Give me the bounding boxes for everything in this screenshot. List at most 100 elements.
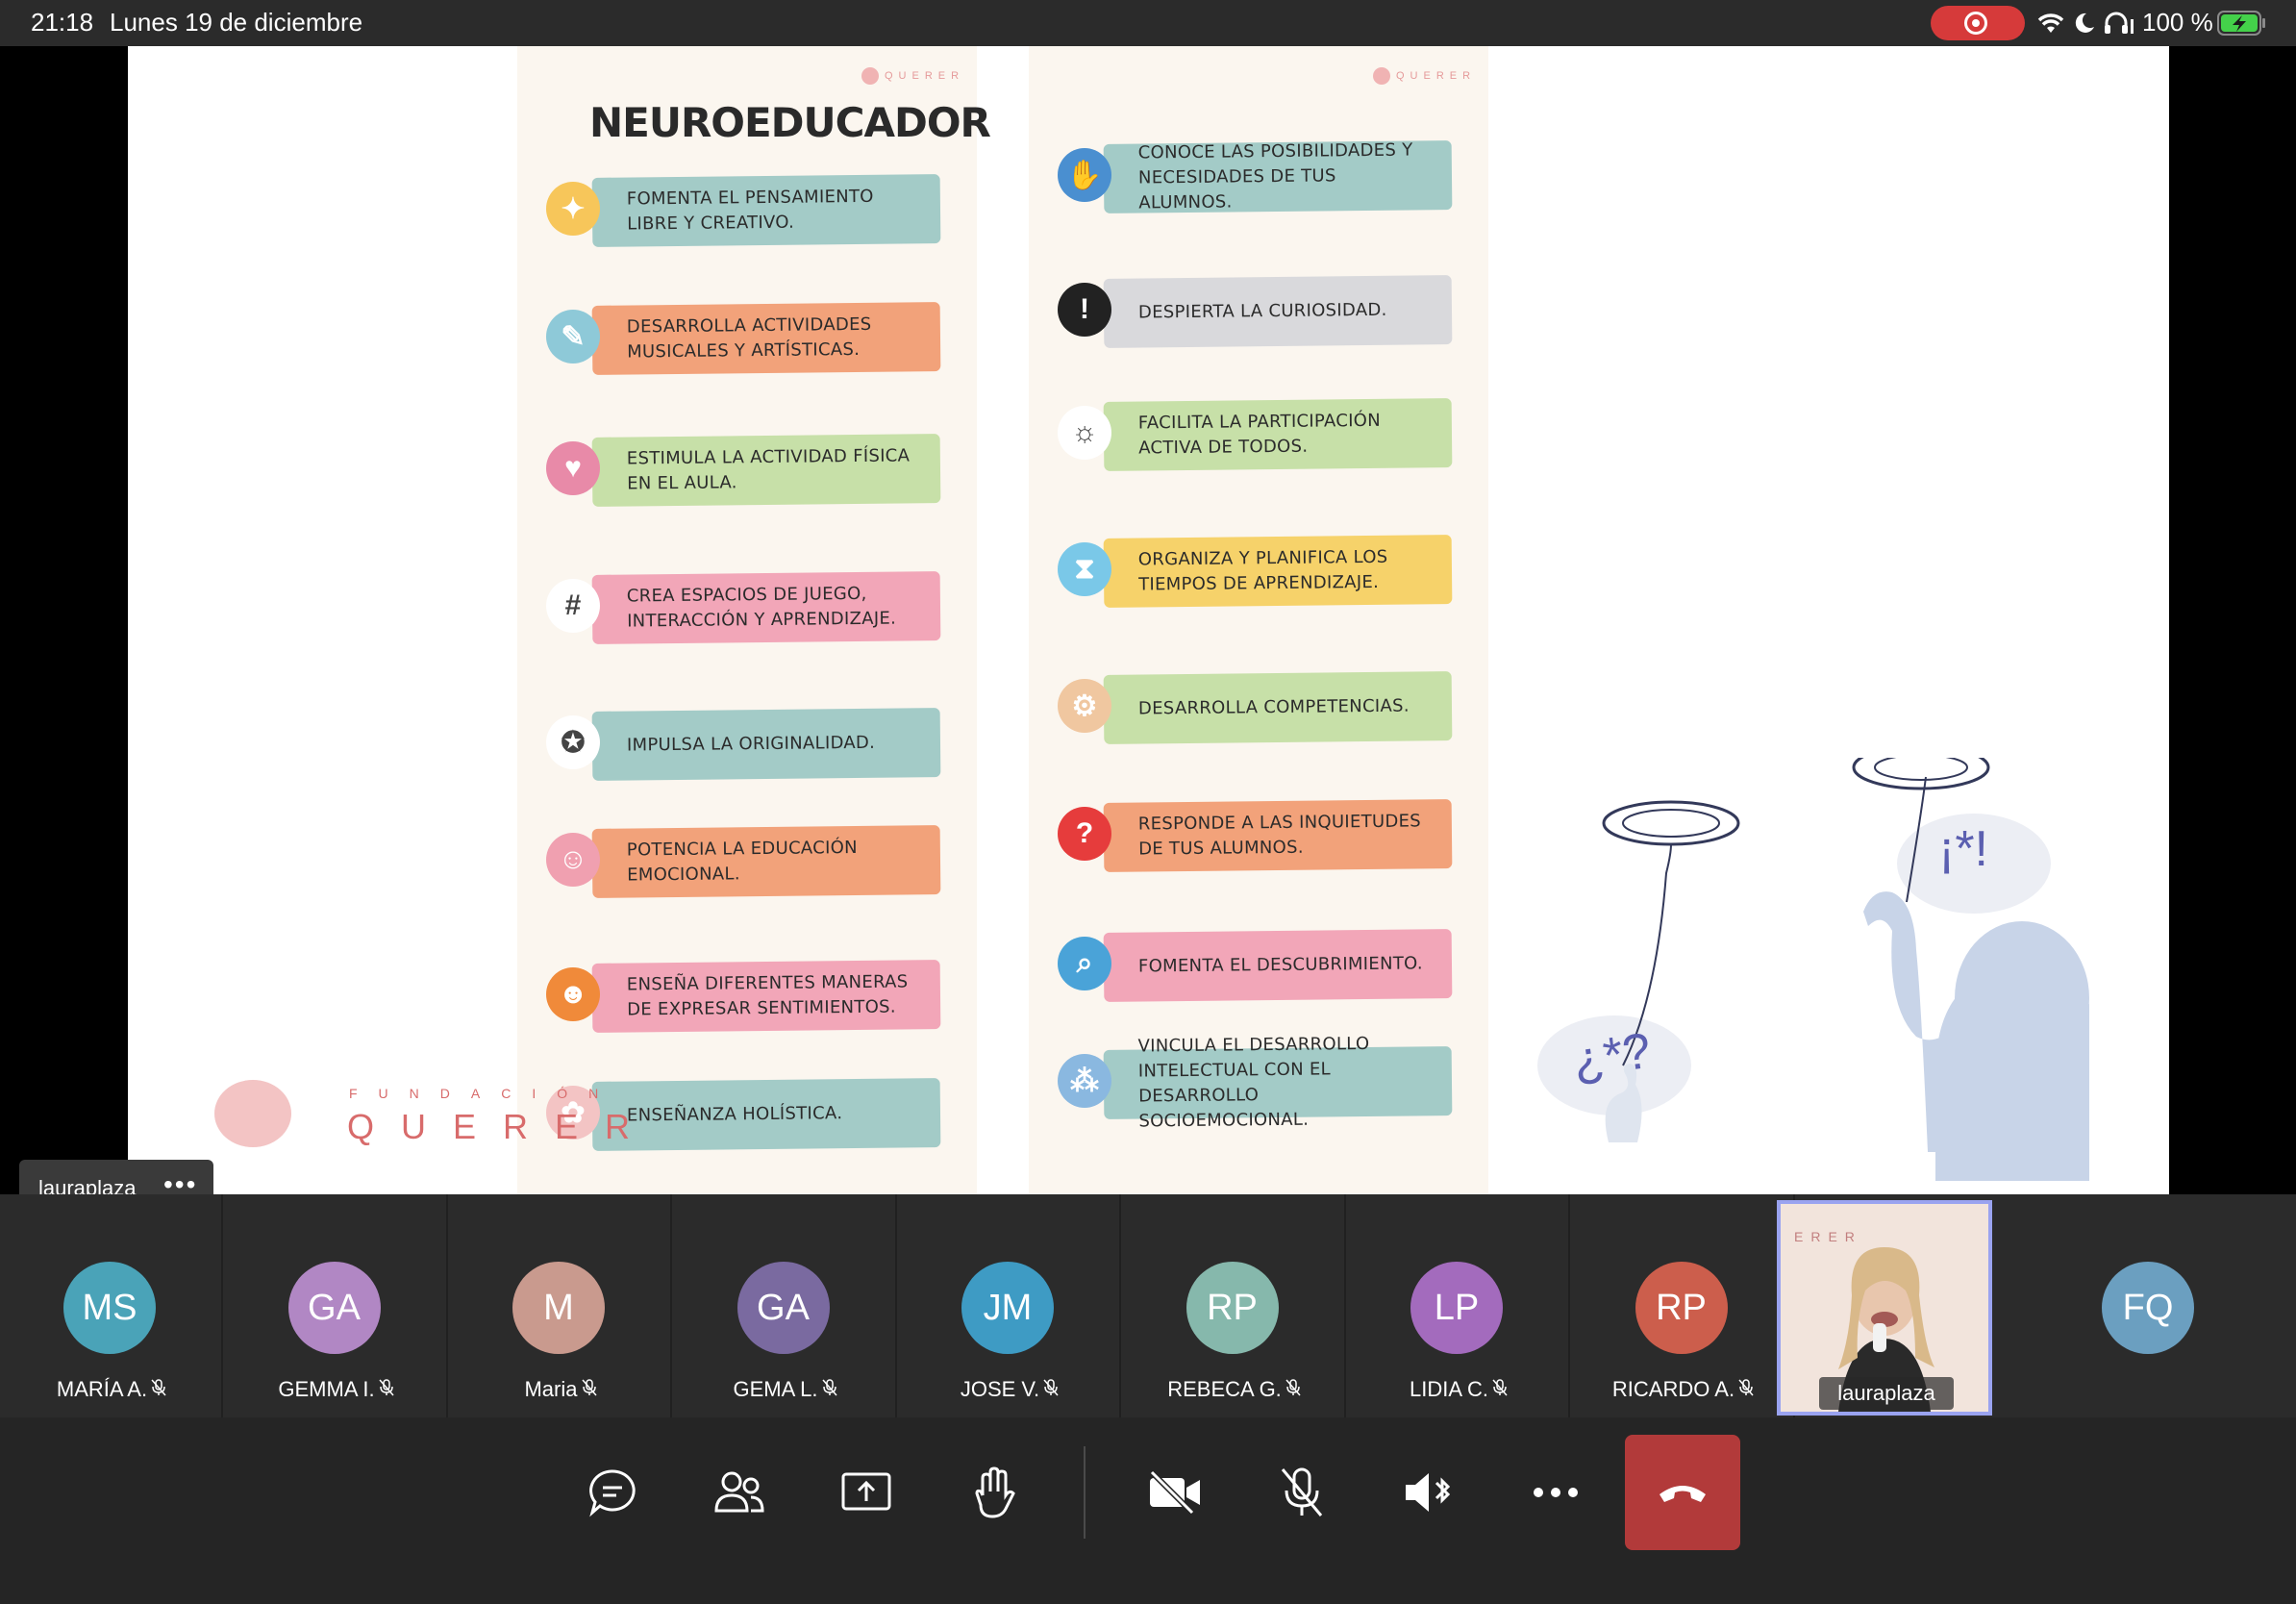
participant-tile[interactable]: LP LIDIA C. — [1347, 1194, 1570, 1417]
participant-avatar: LP — [1410, 1262, 1503, 1354]
bulb-icon: ✦ — [546, 182, 600, 236]
status-date: Lunes 19 de diciembre — [110, 8, 363, 37]
participant-name-text: RICARDO A. — [1611, 1377, 1735, 1401]
magnifier-icon: ⌕ — [1058, 937, 1111, 990]
battery-charging-icon — [2217, 11, 2265, 36]
theater-masks-icon: ☻ — [546, 967, 600, 1021]
slide-item-text: ORGANIZA Y PLANIFICA LOS TIEMPOS DE APRE… — [1137, 546, 1388, 595]
speaker-button[interactable] — [1371, 1435, 1486, 1550]
participant-name-text: Maria — [524, 1377, 578, 1401]
participant-video-tile[interactable]: ERER lauraplaza — [1777, 1200, 1992, 1416]
participant-tile-fq[interactable]: FQ — [2034, 1194, 2258, 1417]
participant-avatar: JM — [961, 1262, 1054, 1354]
participant-avatar: GA — [287, 1262, 381, 1354]
logo-small-text: FUNDACIÓN — [349, 1086, 620, 1101]
slide-item-text: DESARROLLA ACTIVIDADES MUSICALES Y ARTÍS… — [626, 313, 872, 363]
slide-item-text: DESARROLLA COMPETENCIAS. — [1137, 695, 1410, 719]
participant-avatar: M — [512, 1262, 605, 1354]
people-connected-icon: ⁂ — [1058, 1054, 1111, 1108]
slide-item-text: ESTIMULA LA ACTIVIDAD FÍSICA EN EL AULA. — [626, 445, 911, 494]
participant-name: GEMA L. — [674, 1377, 897, 1402]
right-panel: QUERER CONOCE LAS POSIBILIDADES Y NECESI… — [1029, 46, 1488, 1194]
video-participant-name: lauraplaza — [1819, 1377, 1954, 1410]
surprised-face-icon: ! — [1058, 283, 1111, 337]
slide-item-card: DESARROLLA COMPETENCIAS. — [1103, 671, 1453, 744]
slide-item-card: CREA ESPACIOS DE JUEGO, INTERACCIÓN Y AP… — [591, 571, 941, 644]
participant-name: Maria — [449, 1377, 672, 1402]
mic-off-icon — [1281, 1467, 1323, 1516]
brain-logo-icon — [214, 1080, 291, 1147]
slide-item-card: CONOCE LAS POSIBILIDADES Y NECESIDADES D… — [1103, 140, 1453, 213]
participant-avatar: FQ — [2102, 1262, 2194, 1354]
slide-item-text: POTENCIA LA EDUCACIÓN EMOCIONAL. — [626, 838, 858, 886]
slide-item-text: ENSEÑANZA HOLÍSTICA. — [626, 1103, 843, 1126]
more-options-button[interactable] — [1498, 1435, 1613, 1550]
participant-tile[interactable]: JM JOSE V. — [898, 1194, 1121, 1417]
slide-item-card: IMPULSA LA ORIGINALIDAD. — [591, 708, 941, 781]
controls-separator — [1084, 1446, 1086, 1539]
participant-tile[interactable]: RP RICARDO A. — [1572, 1194, 1795, 1417]
slide-item-card: ESTIMULA LA ACTIVIDAD FÍSICA EN EL AULA. — [591, 434, 941, 507]
participants-button[interactable] — [682, 1435, 797, 1550]
hands-icon: ✋ — [1058, 148, 1111, 202]
moon-icon — [2075, 13, 2094, 33]
slide-item-text: FACILITA LA PARTICIPACIÓN ACTIVA DE TODO… — [1137, 410, 1382, 459]
participant-avatar: MS — [63, 1262, 156, 1354]
muted-mic-icon — [821, 1379, 837, 1401]
participant-name: JOSE V. — [898, 1377, 1121, 1402]
muted-mic-icon — [379, 1379, 394, 1401]
slide-item-card: ORGANIZA Y PLANIFICA LOS TIEMPOS DE APRE… — [1103, 535, 1453, 608]
participant-tile[interactable]: MS MARÍA A. — [0, 1194, 223, 1417]
participant-name-text: GEMA L. — [733, 1377, 818, 1401]
participant-name: REBECA G. — [1123, 1377, 1346, 1402]
bubble-right-text: ¡*! — [1938, 821, 1988, 877]
microphone-toggle-button[interactable] — [1244, 1435, 1360, 1550]
left-panel: QUERER NEUROEDUCADOR FOMENTA EL PENSAMIE… — [517, 46, 991, 1194]
logo-word: QUERER — [347, 1107, 658, 1146]
headphones-icon — [2105, 12, 2134, 34]
head-gears-icon: ⚙ — [1058, 679, 1111, 733]
bubble-left-text: ¿*? — [1569, 1022, 1655, 1090]
slide-item-card: ENSEÑA DIFERENTES MANERAS DE EXPRESAR SE… — [591, 960, 941, 1033]
slide-item-text: FOMENTA EL PENSAMIENTO LIBRE Y CREATIVO. — [626, 186, 874, 235]
slide-title: NEUROEDUCADOR — [589, 99, 991, 146]
participant-tile[interactable]: GA GEMMA I. — [225, 1194, 448, 1417]
participant-tile[interactable]: GA GEMA L. — [674, 1194, 897, 1417]
slide-item-card: FOMENTA EL DESCUBRIMIENTO. — [1103, 929, 1453, 1002]
palette-icon: ✎ — [546, 310, 600, 363]
brain-logo-icon — [861, 67, 879, 85]
status-time: 21:18 — [31, 8, 94, 37]
speaker-bluetooth-icon — [1406, 1473, 1451, 1512]
chat-icon — [589, 1469, 636, 1517]
participant-name-text: MARÍA A. — [56, 1377, 148, 1401]
battery-percent: 100 % — [2142, 8, 2213, 37]
share-screen-icon — [841, 1472, 891, 1511]
muted-mic-icon — [1738, 1379, 1754, 1401]
participant-tile[interactable]: RP REBECA G. — [1123, 1194, 1346, 1417]
participant-name-text: REBECA G. — [1167, 1377, 1282, 1401]
status-bar: 21:18 Lunes 19 de diciembre 100 % — [0, 0, 2296, 46]
camera-off-icon — [1149, 1470, 1200, 1515]
slide-item-card: DESPIERTA LA CURIOSIDAD. — [1103, 275, 1453, 348]
hourglass-icon: ⧗ — [1058, 542, 1111, 596]
participant-name: MARÍA A. — [0, 1377, 223, 1402]
brain-dumbbell-icon: ♥ — [546, 441, 600, 495]
share-screen-button[interactable] — [809, 1435, 924, 1550]
camera-toggle-button[interactable] — [1117, 1435, 1233, 1550]
tic-tac-toe-icon: # — [546, 579, 600, 633]
hang-up-button[interactable] — [1625, 1435, 1740, 1550]
participant-name-text: GEMMA I. — [278, 1377, 375, 1401]
participant-name: GEMMA I. — [225, 1377, 448, 1402]
slide-item-text: ENSEÑA DIFERENTES MANERAS DE EXPRESAR SE… — [626, 971, 909, 1020]
muted-mic-icon — [1043, 1379, 1059, 1401]
slide-item-text: FOMENTA EL DESCUBRIMIENTO. — [1137, 953, 1423, 977]
slide-item-card: DESARROLLA ACTIVIDADES MUSICALES Y ARTÍS… — [591, 302, 941, 375]
shared-screen: QUERER NEUROEDUCADOR FOMENTA EL PENSAMIE… — [0, 46, 2296, 1219]
raise-hand-button[interactable] — [936, 1435, 1051, 1550]
participant-tile[interactable]: M Maria — [449, 1194, 672, 1417]
screen-recording-indicator[interactable] — [1931, 6, 2025, 40]
slide-item-card: RESPONDE A LAS INQUIETUDES DE TUS ALUMNO… — [1103, 799, 1453, 872]
chat-button[interactable] — [555, 1435, 670, 1550]
question-mark-icon: ? — [1058, 807, 1111, 861]
participant-avatar: GA — [736, 1262, 830, 1354]
